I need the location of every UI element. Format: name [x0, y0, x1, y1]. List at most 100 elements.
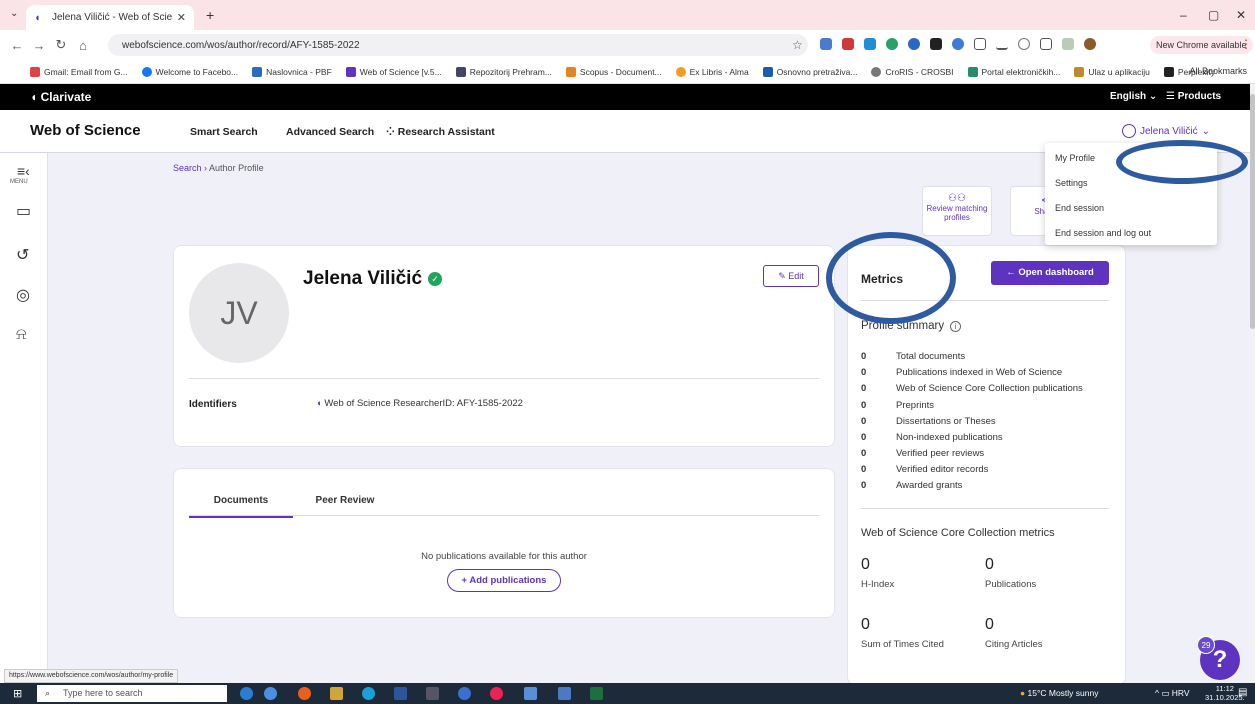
metric-row: 0 Total documents — [861, 351, 966, 362]
url-input[interactable]: webofscience.com/wos/author/record/AFY-1… — [108, 34, 808, 56]
tab-title: Jelena Viličić - Web of Science | — [52, 12, 173, 23]
forward-icon[interactable]: → — [28, 38, 50, 53]
weather[interactable]: ● 15°C Mostly sunny — [1020, 688, 1098, 698]
taskbar-search-text: Type here to search — [63, 688, 143, 698]
edge-legacy-icon[interactable] — [240, 687, 253, 700]
snipping-tool-icon[interactable] — [558, 687, 571, 700]
clarivate-logo[interactable]: ◖ Clarivate — [30, 90, 91, 104]
metric-row: 0 Verified peer reviews — [861, 448, 985, 459]
nav-smart-search[interactable]: Smart Search — [190, 126, 258, 138]
extension-icon[interactable] — [1018, 38, 1030, 50]
documents-card — [173, 468, 835, 618]
add-publications-button[interactable]: + Add publications — [447, 569, 561, 592]
profile-icon[interactable]: ◎ — [16, 285, 30, 305]
language-selector[interactable]: English ⌄ — [1110, 91, 1157, 102]
back-icon[interactable]: ← — [6, 38, 28, 53]
calculator-icon[interactable] — [426, 687, 439, 700]
extension-icon[interactable] — [842, 38, 854, 50]
home-icon[interactable]: ⌂ — [72, 38, 94, 53]
app-icon[interactable] — [458, 687, 471, 700]
scrollbar-thumb[interactable] — [1250, 94, 1255, 329]
menu-my-profile[interactable]: My Profile — [1055, 153, 1095, 163]
profile-avatar-icon[interactable] — [1084, 38, 1096, 50]
firefox-icon[interactable] — [298, 687, 311, 700]
bookmark-portal[interactable]: Portal elektroničkih... — [967, 66, 1060, 77]
browser-tab[interactable]: ◖ Jelena Viličić - Web of Science | ✕ — [26, 5, 194, 30]
close-tab-icon[interactable]: ✕ — [177, 11, 186, 24]
app-icon[interactable] — [330, 687, 343, 700]
menu-end-session-logout[interactable]: End session and log out — [1055, 228, 1151, 238]
extension-icon[interactable] — [908, 38, 920, 50]
bookmark-exlibris[interactable]: Ex Libris - Alma — [675, 66, 749, 77]
page-scrollbar[interactable] — [1250, 84, 1255, 683]
bookmark-osnovno[interactable]: Osnovno pretraživa... — [762, 66, 857, 77]
chrome-menu-icon[interactable]: ⋮ — [1240, 37, 1252, 51]
bookmark-wos[interactable]: Web of Science [v.5... — [345, 66, 442, 77]
download-icon[interactable] — [996, 38, 1008, 50]
menu-icon[interactable]: ≡‹ — [17, 163, 30, 179]
user-icon — [1122, 124, 1136, 138]
bookmark-pbf[interactable]: Naslovnica - PBF — [252, 66, 332, 77]
tab-search-icon[interactable]: ⌄ — [10, 8, 18, 19]
history-icon[interactable]: ↺ — [16, 245, 29, 265]
extensions-puzzle-icon[interactable] — [974, 38, 986, 50]
bookmark-ulaz[interactable]: Ulaz u aplikaciju — [1074, 66, 1150, 77]
nav-advanced-search[interactable]: Advanced Search — [286, 126, 374, 138]
media-icon[interactable] — [1062, 38, 1074, 50]
reload-icon[interactable]: ↻ — [50, 37, 72, 53]
extension-icon[interactable] — [952, 38, 964, 50]
close-window-icon[interactable]: ✕ — [1236, 8, 1246, 22]
divider — [189, 378, 819, 379]
address-bar: ← → ↻ ⌂ webofscience.com/wos/author/reco… — [0, 30, 1255, 60]
bookmarks-bar: Gmail: Email from G... Welcome to Facebo… — [0, 60, 1255, 84]
taskbar-search[interactable]: ⌕ Type here to search — [37, 685, 227, 702]
chrome-icon[interactable] — [264, 687, 277, 700]
citing-articles-label: Citing Articles — [985, 639, 1043, 650]
restore-icon[interactable]: ▢ — [1208, 8, 1219, 22]
breadcrumb-current: Author Profile — [209, 163, 264, 173]
bookmark-star-icon[interactable]: ☆ — [792, 38, 803, 52]
excel-icon[interactable] — [590, 687, 603, 700]
extension-icon[interactable] — [820, 38, 832, 50]
edit-button[interactable]: ✎ Edit — [763, 265, 819, 287]
notifications-icon[interactable]: ▤ — [1238, 687, 1247, 698]
metric-row: 0 Publications indexed in Web of Science — [861, 367, 1063, 378]
bookmark-gmail[interactable]: Gmail: Email from G... — [30, 66, 128, 77]
user-menu-button[interactable]: Jelena Viličić ⌄ — [1122, 124, 1210, 138]
open-dashboard-button[interactable]: ← Open dashboard — [991, 261, 1109, 285]
review-matching-profiles-button[interactable]: ⚇⚇ Review matching profiles — [922, 186, 992, 236]
tray-icons[interactable]: ^ ▭ HRV — [1155, 688, 1190, 699]
new-tab-icon[interactable]: + — [206, 7, 214, 23]
info-icon[interactable]: i — [950, 321, 962, 332]
bookmark-scopus[interactable]: Scopus - Document... — [565, 66, 662, 77]
menu-settings[interactable]: Settings — [1055, 178, 1088, 188]
extension-icon[interactable] — [886, 38, 898, 50]
windows-start-icon[interactable]: ⊞ — [13, 687, 22, 700]
word-icon[interactable] — [394, 687, 407, 700]
metric-row: 0 Non-indexed publications — [861, 432, 1003, 443]
new-chrome-button[interactable]: New Chrome available — [1150, 36, 1253, 54]
metric-row: 0 Verified editor records — [861, 464, 989, 475]
marked-list-icon[interactable]: ▭ — [16, 201, 31, 221]
edge-icon[interactable] — [362, 687, 375, 700]
paint-icon[interactable] — [524, 687, 537, 700]
bookmark-repozitorij[interactable]: Repozitorij Prehram... — [455, 66, 552, 77]
minimize-icon[interactable]: – — [1180, 8, 1187, 22]
nav-research-assistant[interactable]: ⁘ Research Assistant — [386, 126, 495, 138]
h-index-label: H-Index — [861, 579, 895, 590]
products-menu[interactable]: ☰ Products — [1166, 91, 1221, 102]
menu-end-session[interactable]: End session — [1055, 203, 1104, 213]
alerts-bell-icon[interactable]: ⍾ — [16, 326, 27, 344]
extension-icon[interactable] — [930, 38, 942, 50]
windows-taskbar: ⊞ ⌕ Type here to search ● 15°C Mostly su… — [0, 683, 1255, 704]
breadcrumb-search[interactable]: Search — [173, 163, 202, 173]
wos-logo[interactable]: Web of Science — [30, 122, 141, 139]
extension-icon[interactable] — [864, 38, 876, 50]
tab-manager-icon[interactable] — [1040, 38, 1052, 50]
bookmark-facebook[interactable]: Welcome to Facebo... — [141, 66, 238, 77]
clarivate-icon: ◖ — [316, 398, 322, 409]
chrome-active-icon[interactable] — [490, 687, 503, 700]
bookmark-croris[interactable]: CroRIS - CROSBI — [871, 66, 954, 77]
all-bookmarks[interactable]: All Bookmarks — [1189, 66, 1247, 76]
people-icon: ⚇⚇ — [948, 193, 966, 204]
